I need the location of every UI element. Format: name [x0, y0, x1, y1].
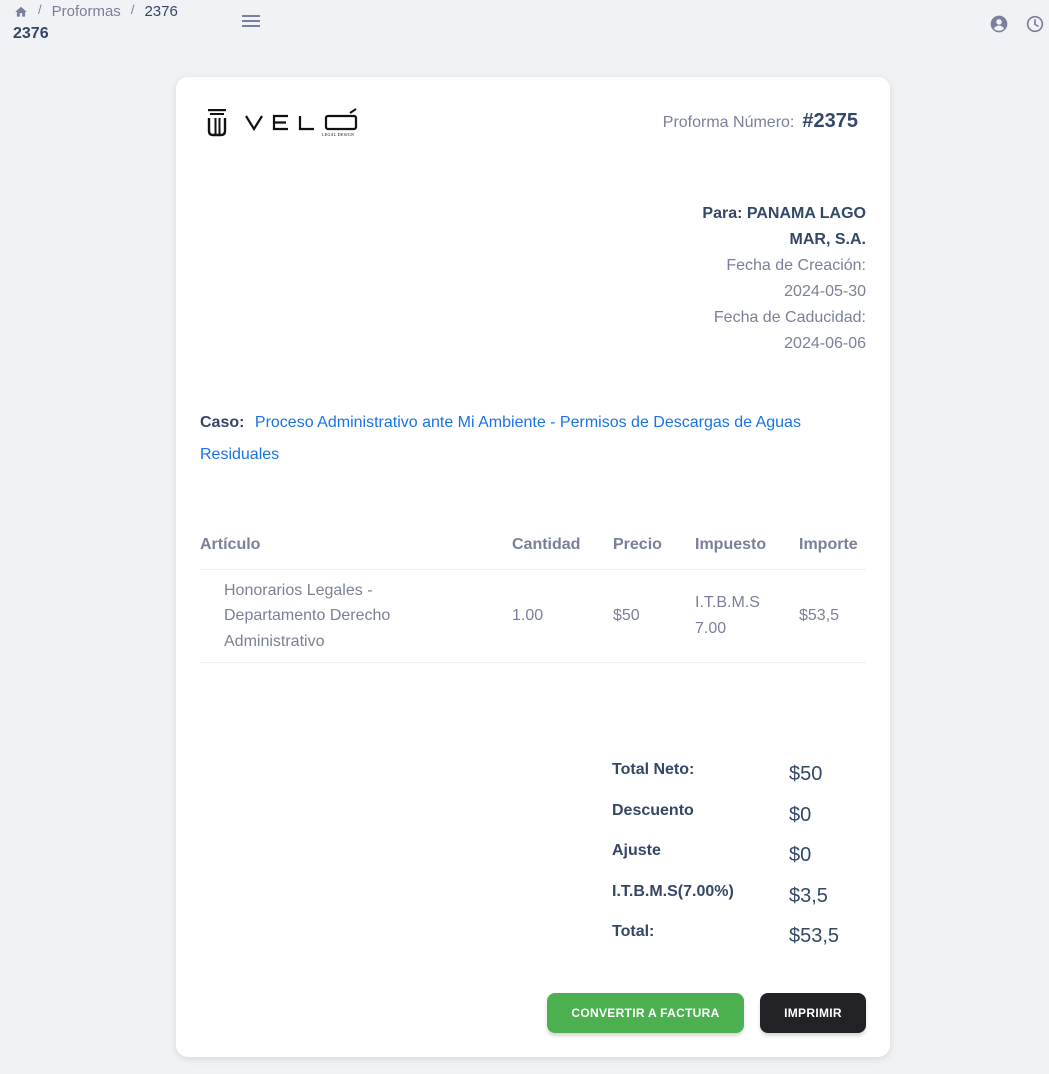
top-right-icons	[989, 14, 1045, 34]
grand-total-value: $53,5	[789, 925, 840, 947]
proforma-number-value: #2375	[802, 110, 858, 132]
created-date-label: Fecha de Creación:	[726, 257, 866, 274]
logo-subtext: LEGAL DESIGN	[322, 132, 355, 137]
cell-tax: I.T.B.M.S 7.00	[695, 569, 799, 663]
breadcrumb: / Proformas / 2376	[14, 2, 178, 20]
header-quantity: Cantidad	[512, 522, 613, 570]
discount-label: Descuento	[612, 801, 694, 819]
grand-total-label: Total:	[612, 923, 655, 940]
header-amount: Importe	[799, 522, 866, 570]
totals-row: Total Neto: $50	[612, 760, 852, 801]
totals-row: I.T.B.M.S(7.00%) $3,5	[612, 882, 852, 923]
proforma-number-label: Proforma Número:	[662, 114, 795, 131]
menu-icon[interactable]	[240, 12, 262, 30]
case-link[interactable]: Proceso Administrativo ante Mi Ambiente …	[200, 414, 801, 463]
home-icon[interactable]	[14, 5, 28, 19]
totals-row: Ajuste $0	[612, 841, 852, 882]
header-article: Artículo	[200, 522, 512, 570]
discount-value: $0	[789, 803, 812, 826]
tax-text: I.T.B.M.S 7.00	[695, 594, 760, 637]
tax-total-label: I.T.B.M.S(7.00%)	[612, 882, 734, 900]
cell-quantity: 1.00	[512, 569, 613, 663]
header-tax: Impuesto	[695, 522, 799, 570]
expiry-date-label: Fecha de Caducidad:	[713, 309, 866, 326]
print-button[interactable]: IMPRIMIR	[760, 993, 866, 1033]
cell-article: Honorarios Legales - Departamento Derech…	[200, 569, 512, 663]
adjustment-label: Ajuste	[612, 842, 661, 859]
client-name: Para: PANAMA LAGO MAR, S.A.	[702, 205, 866, 248]
clock-icon[interactable]	[1025, 14, 1045, 34]
totals-row: Total: $53,5	[612, 922, 852, 963]
cell-price: $50	[613, 569, 695, 663]
table-header-row: Artículo Cantidad Precio Impuesto Import…	[200, 522, 866, 570]
header-price: Precio	[613, 522, 695, 570]
breadcrumb-separator: /	[38, 2, 42, 17]
page-title: 2376	[13, 25, 49, 42]
breadcrumb-proformas[interactable]: Proformas	[52, 3, 121, 20]
total-net-label: Total Neto:	[612, 761, 695, 778]
proforma-card: LEGAL DESIGN Proforma Número: #2375 Para…	[176, 77, 890, 1057]
items-table: Artículo Cantidad Precio Impuesto Import…	[200, 522, 866, 663]
created-date-value: 2024-05-30	[784, 283, 866, 300]
table-row: Honorarios Legales - Departamento Derech…	[200, 569, 866, 663]
proforma-number: Proforma Número: #2375	[663, 110, 858, 133]
client-block: Para: PANAMA LAGO MAR, S.A. Fecha de Cre…	[666, 201, 866, 357]
tax-total-value: $3,5	[789, 884, 828, 907]
breadcrumb-current: 2376	[144, 3, 178, 20]
user-circle-icon[interactable]	[989, 14, 1009, 34]
case-block: Caso: Proceso Administrativo ante Mi Amb…	[200, 407, 850, 471]
convert-to-invoice-button[interactable]: CONVERTIR A FACTURA	[547, 993, 744, 1033]
case-label: Caso:	[200, 414, 245, 431]
total-net-value: $50	[789, 763, 823, 785]
adjustment-value: $0	[789, 844, 812, 866]
totals-block: Total Neto: $50 Descuento $0 Ajuste $0 I…	[612, 760, 852, 963]
breadcrumb-separator: /	[130, 2, 135, 17]
cell-amount: $53,5	[799, 569, 866, 663]
expiry-date-value: 2024-06-06	[784, 335, 866, 352]
article-text: Honorarios Legales - Departamento Derech…	[224, 581, 391, 650]
totals-row: Descuento $0	[612, 801, 852, 842]
